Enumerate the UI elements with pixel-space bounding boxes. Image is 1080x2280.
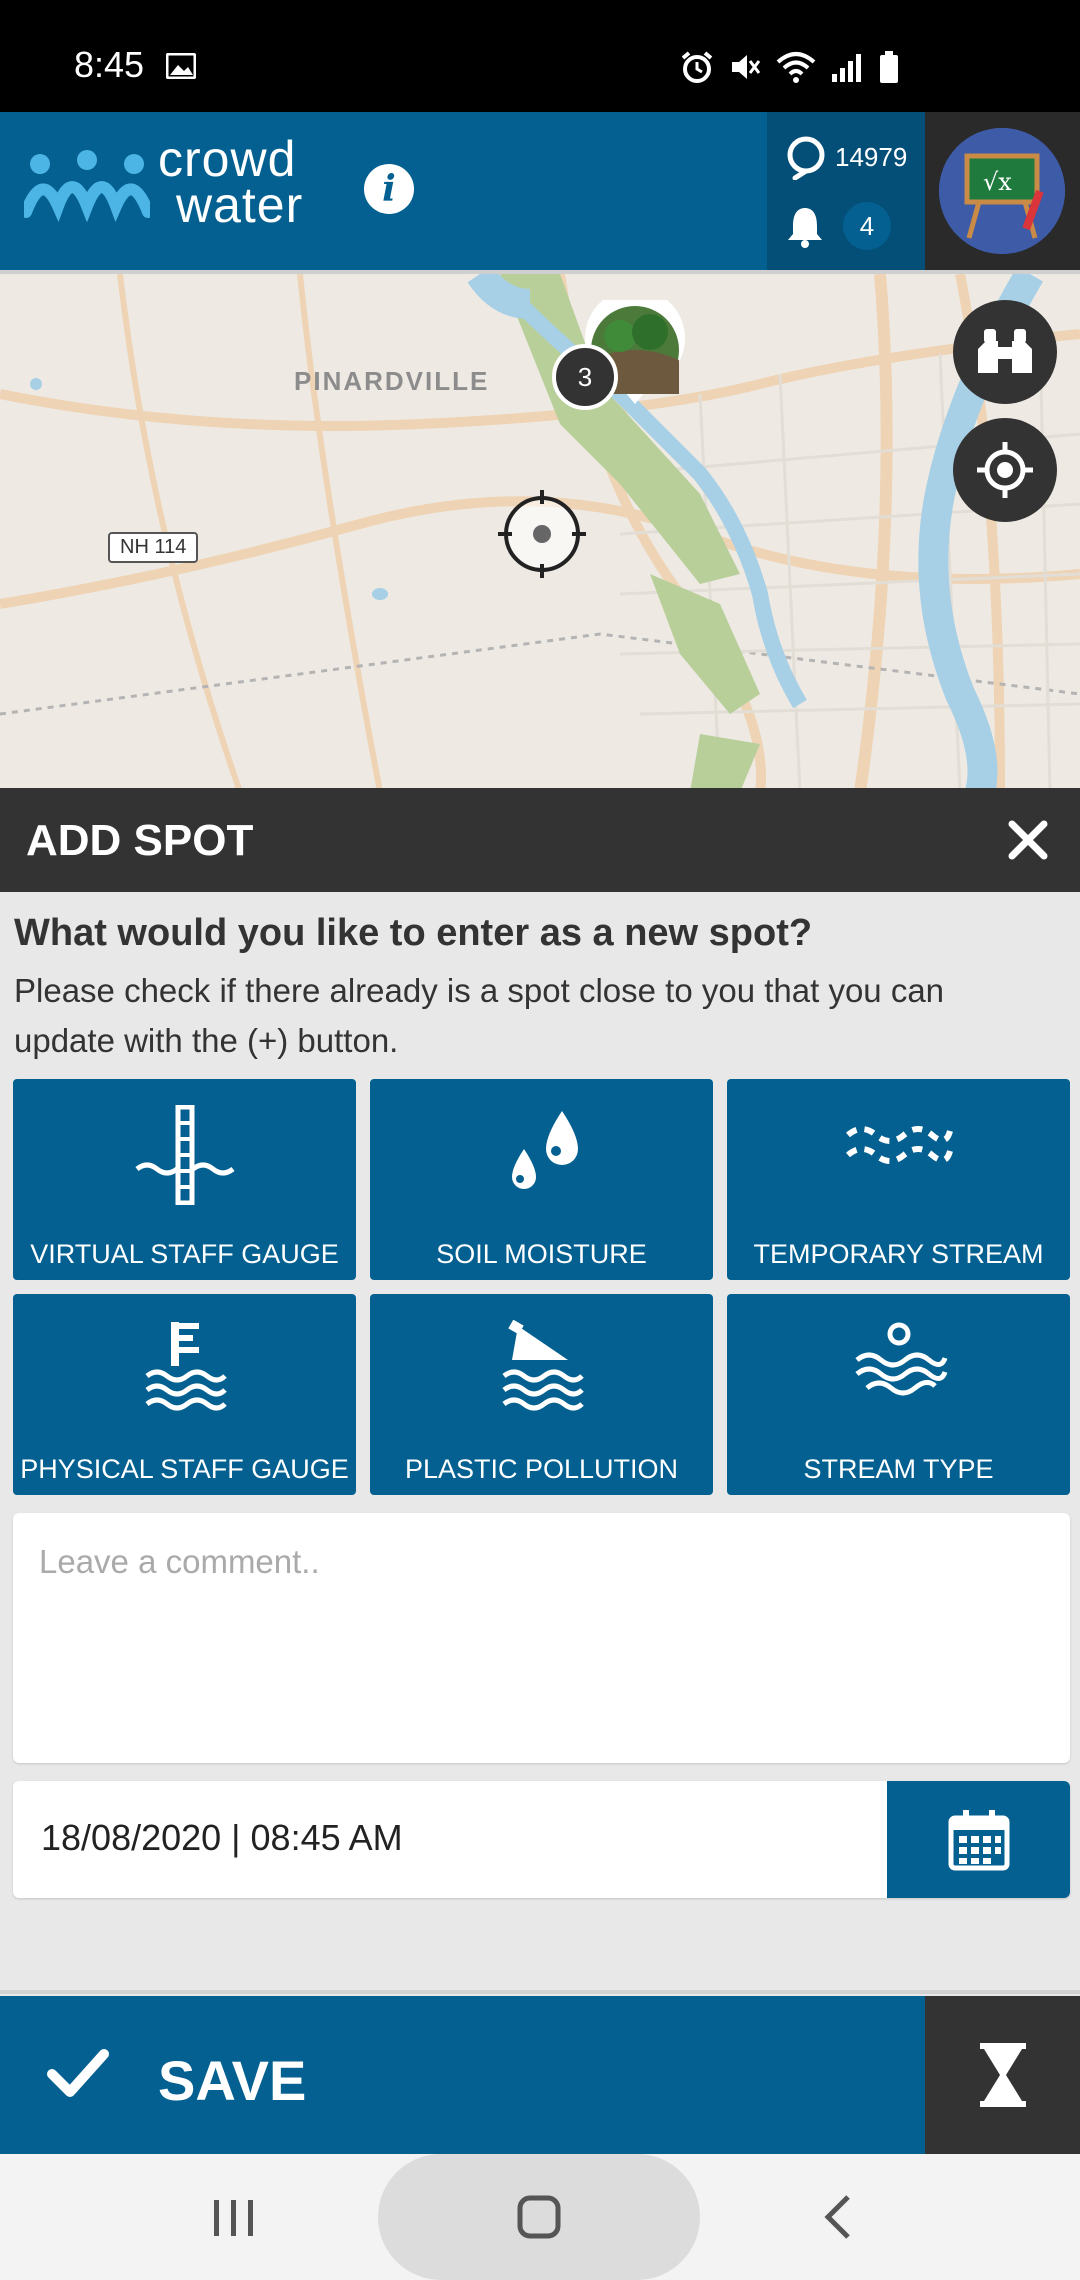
alarm-icon — [681, 51, 713, 83]
cluster-count-badge[interactable]: 3 — [552, 344, 618, 410]
comment-input[interactable] — [13, 1513, 1070, 1763]
hourglass-icon — [979, 2043, 1026, 2107]
timer-button[interactable] — [925, 1996, 1080, 2154]
checkmark-icon — [47, 2049, 109, 2097]
tile-physical-staff-gauge[interactable]: PHYSICAL STAFF GAUGE — [13, 1294, 356, 1495]
virtual-staff-gauge-icon — [134, 1105, 235, 1205]
status-bar: 8:45 — [0, 0, 1080, 112]
app-header: crowd water i 14979 4 √x — [0, 112, 1080, 270]
binoculars-icon — [978, 329, 1032, 373]
location-crosshair-icon — [498, 490, 586, 578]
tile-temporary-stream[interactable]: TEMPORARY STREAM — [727, 1079, 1070, 1280]
notifications[interactable]: 4 — [785, 202, 891, 250]
home-button[interactable] — [378, 2154, 700, 2280]
physical-staff-gauge-icon — [144, 1322, 227, 1411]
map-town-label: PINARDVILLE — [294, 366, 490, 396]
panel-question: What would you like to enter as a new sp… — [14, 912, 813, 954]
svg-text:√x: √x — [983, 168, 1012, 196]
tile-label: PHYSICAL STAFF GAUGE — [20, 1454, 349, 1484]
back-icon[interactable] — [822, 2194, 852, 2240]
points-value: 14979 — [835, 141, 908, 172]
logo-word-water: water — [176, 177, 304, 233]
plastic-pollution-icon — [501, 1320, 584, 1411]
wifi-icon — [776, 52, 816, 83]
close-icon[interactable] — [1002, 814, 1054, 866]
avatar-panel[interactable]: √x — [925, 112, 1080, 270]
add-spot-header: ADD SPOT — [0, 788, 1080, 892]
panel-hint: Please check if there already is a spot … — [14, 972, 945, 1059]
tile-label: TEMPORARY STREAM — [753, 1239, 1044, 1269]
app-logo-text: crowd water — [158, 134, 304, 233]
status-time: 8:45 — [74, 44, 145, 85]
spot-type-grid: VIRTUAL STAFF GAUGE SOIL MOISTURE TEMPOR… — [13, 1079, 1070, 1495]
chalkboard-avatar-icon: √x — [939, 128, 1065, 254]
datetime-value: 18/08/2020 | 08:45 AM — [41, 1817, 403, 1858]
stream-type-icon — [854, 1322, 947, 1396]
tile-stream-type[interactable]: STREAM TYPE — [727, 1294, 1070, 1495]
explore-button[interactable] — [953, 300, 1057, 404]
save-button[interactable]: SAVE — [0, 1996, 925, 2154]
map-route-label: NH 114 — [108, 532, 199, 563]
divider — [0, 1990, 1080, 1994]
temporary-stream-icon — [845, 1126, 953, 1164]
tile-label: STREAM TYPE — [803, 1454, 994, 1484]
map-view[interactable]: PINARDVILLE NH 114 3 — [0, 270, 1080, 788]
tile-plastic-pollution[interactable]: PLASTIC POLLUTION — [370, 1294, 713, 1495]
signal-icon — [832, 54, 861, 82]
recents-icon[interactable] — [212, 2198, 256, 2238]
tile-label: SOIL MOISTURE — [436, 1239, 647, 1269]
system-nav-bar — [0, 2154, 1080, 2280]
tile-virtual-staff-gauge[interactable]: VIRTUAL STAFF GAUGE — [13, 1079, 356, 1280]
crowdwater-logo-icon — [24, 150, 150, 223]
soil-moisture-icon — [511, 1111, 578, 1189]
notification-badge: 4 — [843, 202, 891, 250]
battery-icon — [880, 51, 898, 83]
bell-icon — [788, 208, 822, 248]
avatar[interactable]: √x — [939, 128, 1065, 254]
calendar-icon — [948, 1809, 1009, 1870]
info-button[interactable]: i — [364, 164, 414, 214]
points-counter[interactable]: 14979 — [785, 134, 907, 180]
points-ring-icon — [787, 136, 825, 180]
tile-soil-moisture[interactable]: SOIL MOISTURE — [370, 1079, 713, 1280]
gallery-icon — [166, 53, 196, 79]
status-icons — [680, 50, 900, 84]
panel-title: ADD SPOT — [26, 816, 254, 865]
home-icon — [517, 2195, 561, 2239]
tile-label: VIRTUAL STAFF GAUGE — [30, 1239, 339, 1269]
mute-icon — [732, 55, 761, 79]
user-stats: 14979 4 — [767, 112, 925, 270]
calendar-button[interactable] — [887, 1781, 1070, 1898]
locate-target-icon — [977, 442, 1033, 498]
save-label: SAVE — [158, 2049, 307, 2112]
tile-label: PLASTIC POLLUTION — [404, 1454, 679, 1484]
datetime-field[interactable]: 18/08/2020 | 08:45 AM — [13, 1781, 1070, 1898]
locate-me-button[interactable] — [953, 418, 1057, 522]
